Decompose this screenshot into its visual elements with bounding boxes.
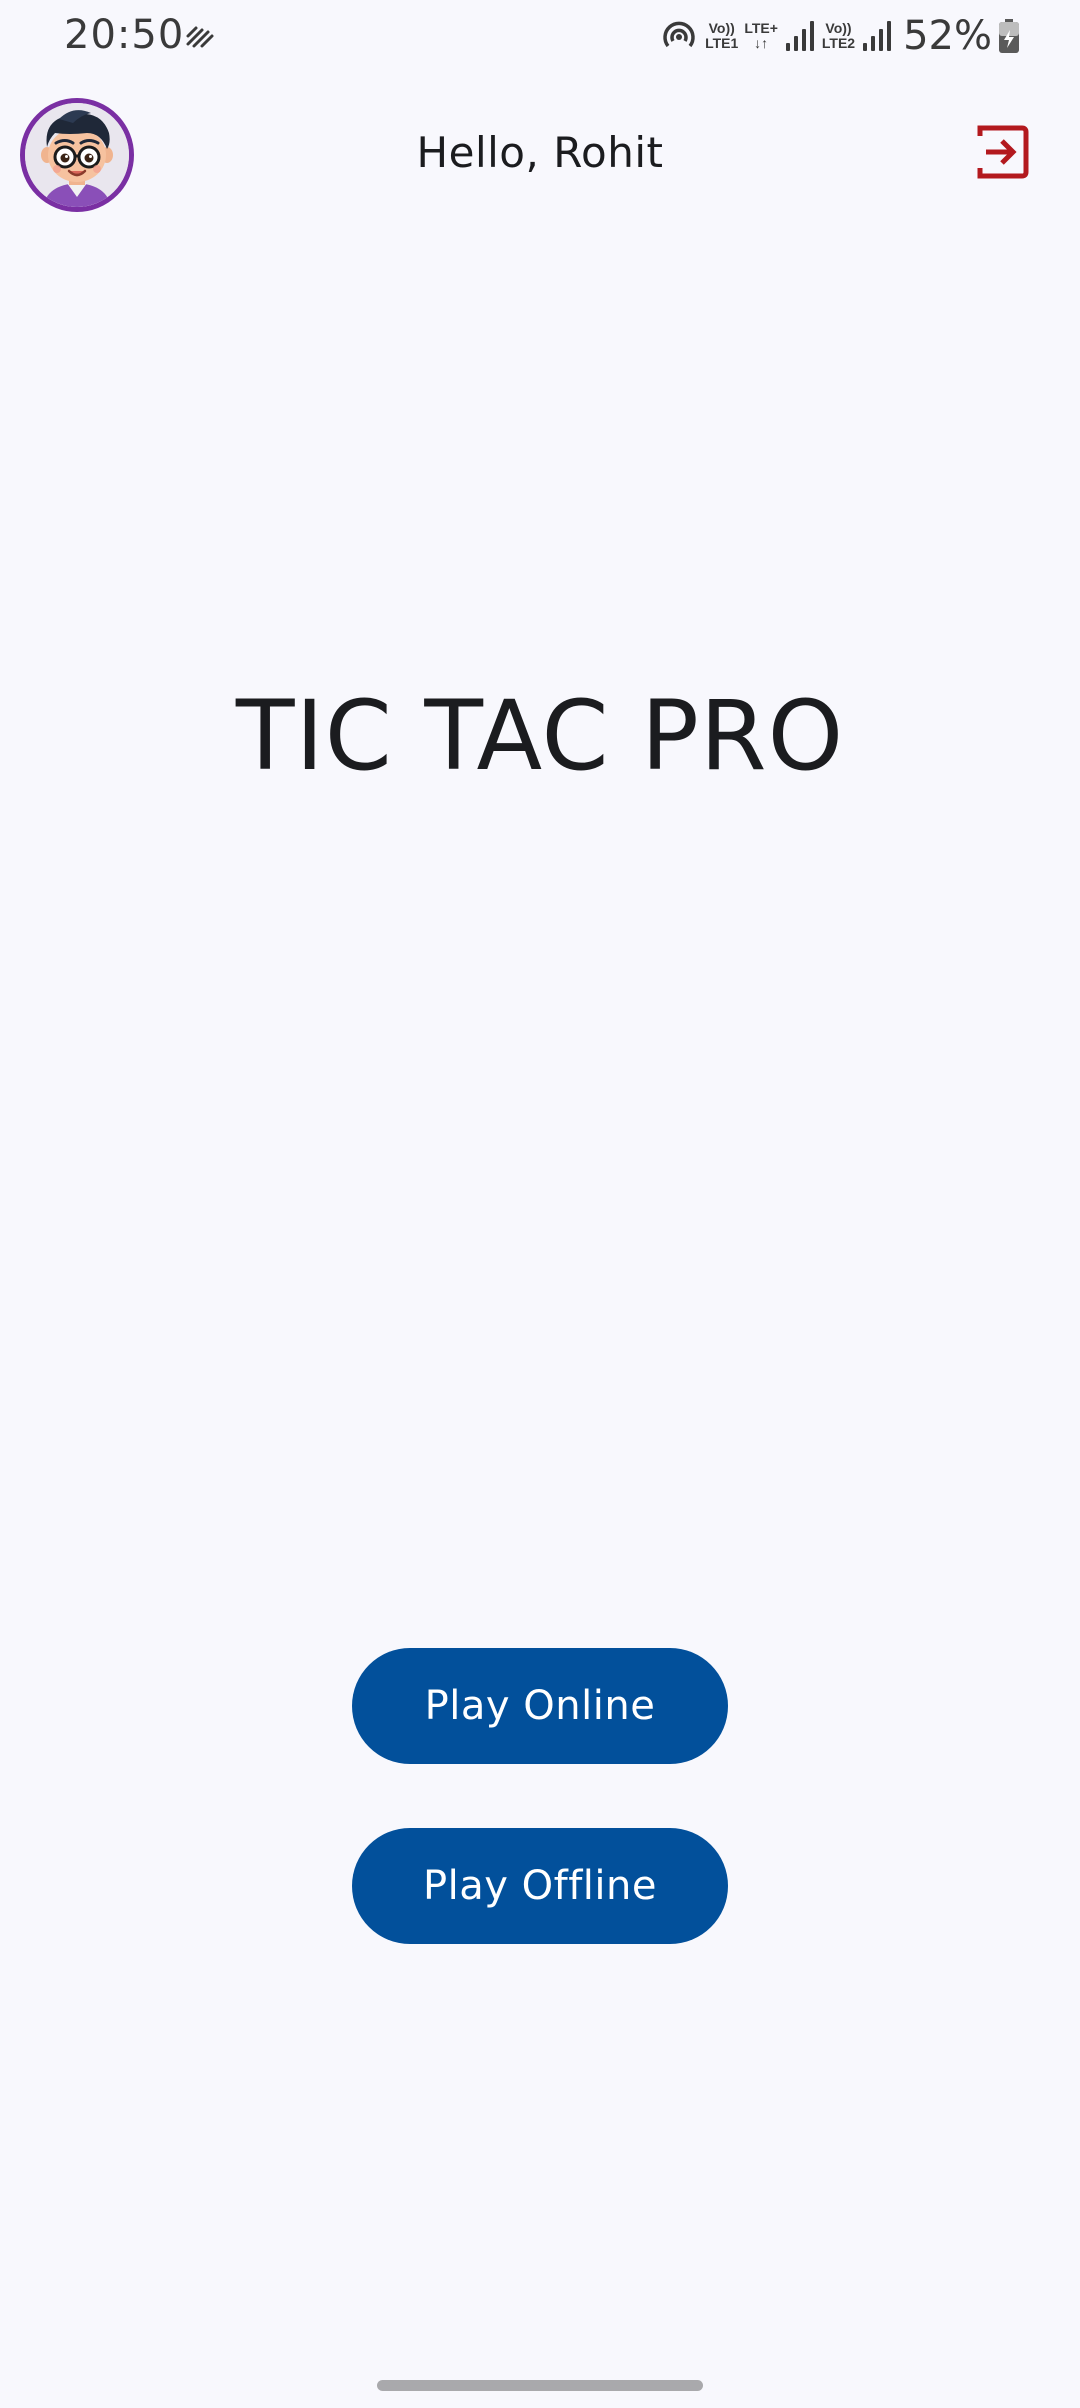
app-bar: Hello, Rohit: [0, 90, 1080, 220]
play-online-button[interactable]: Play Online: [352, 1648, 728, 1764]
greeting-text: Hello, Rohit: [416, 128, 664, 177]
signal-icon: [863, 21, 892, 51]
play-offline-button[interactable]: Play Offline: [352, 1828, 728, 1944]
home-indicator[interactable]: [377, 2380, 703, 2391]
status-icons: Vo)) LTE1 LTE+ ↓↑ Vo)) LTE2 52%: [659, 10, 1020, 62]
status-bar: 20:50 Vo)) LTE1 LTE+ ↓↑ Vo)) LTE2 52%: [0, 0, 1080, 72]
battery-charging-icon: [999, 19, 1019, 53]
sim2-indicator: Vo)) LTE2: [821, 20, 856, 51]
app-title: TIC TAC PRO: [235, 680, 845, 792]
sim1-indicator: Vo)) LTE1: [705, 20, 739, 51]
battery-percentage: 52%: [903, 13, 992, 59]
status-time: 20:50: [64, 12, 185, 58]
hotspot-icon: [663, 21, 695, 48]
network-indicator: LTE+ ↓↑: [744, 20, 778, 51]
signal-icon: [785, 21, 814, 51]
sync-icon: [186, 26, 214, 48]
logout-icon[interactable]: [972, 122, 1032, 182]
